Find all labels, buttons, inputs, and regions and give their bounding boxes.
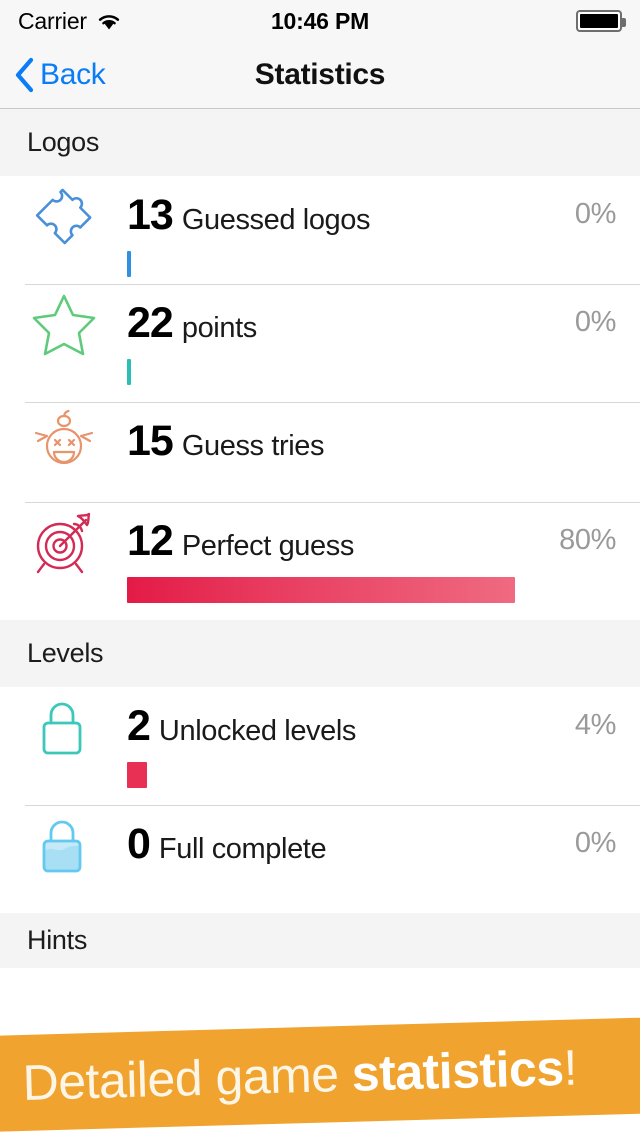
stat-label: Unlocked levels — [158, 715, 357, 747]
stat-value: 2 — [127, 702, 151, 750]
target-bullseye-icon — [0, 502, 127, 582]
stat-value: 13 — [127, 191, 174, 239]
stat-row-body: 0 Full complete — [127, 805, 616, 866]
progress-track — [127, 762, 515, 788]
stat-value: 0 — [127, 820, 151, 868]
star-outline-icon — [0, 284, 127, 360]
stat-row-line: 13 Guessed logos — [127, 194, 616, 237]
progress-track — [127, 251, 515, 277]
stat-label: Full complete — [158, 833, 327, 865]
promo-text-suffix: ! — [562, 1039, 578, 1096]
stat-percent: 0% — [574, 306, 617, 338]
stat-row-body: 15 Guess tries — [127, 402, 616, 463]
status-bar-right — [576, 10, 626, 32]
statistics-screen: Carrier 10:46 PM Back Statistics Logos 1… — [0, 0, 640, 1138]
stat-percent: 80% — [559, 524, 616, 556]
section-header-hints: Hints — [0, 913, 640, 968]
progress-fill — [127, 359, 131, 385]
stat-value: 12 — [127, 517, 174, 565]
stat-row-body: 12 Perfect guess — [127, 502, 616, 603]
chevron-left-icon — [15, 57, 34, 93]
stat-row-line: 0 Full complete — [127, 823, 616, 866]
logos-rows: 13 Guessed logos 0% 22 points 0% 15 Gues… — [0, 176, 640, 620]
stat-row-guessed-logos[interactable]: 13 Guessed logos 0% — [0, 176, 640, 284]
lock-open-icon — [0, 687, 127, 763]
wifi-icon — [98, 15, 119, 30]
progress-fill — [127, 762, 147, 788]
promo-text-regular: Detailed game — [21, 1045, 353, 1111]
status-bar-left: Carrier — [18, 8, 123, 35]
stat-row-perfect-guess[interactable]: 12 Perfect guess 80% — [0, 502, 640, 620]
stat-row-points[interactable]: 22 points 0% — [0, 284, 640, 402]
stat-row-body: 13 Guessed logos — [127, 176, 616, 277]
section-title-hints: Hints — [27, 925, 88, 955]
section-title-levels: Levels — [27, 638, 104, 668]
stat-row-line: 12 Perfect guess — [127, 520, 616, 563]
back-button[interactable]: Back — [14, 57, 106, 93]
apple-head-face-icon — [0, 402, 127, 478]
stat-label: points — [181, 312, 257, 344]
lock-closed-icon — [0, 805, 127, 881]
stat-row-unlocked-levels[interactable]: 2 Unlocked levels 4% — [0, 687, 640, 805]
stat-percent: 4% — [574, 709, 617, 741]
back-button-label: Back — [40, 58, 106, 91]
stat-row-line: 2 Unlocked levels — [127, 705, 616, 748]
stat-label: Guessed logos — [181, 204, 371, 236]
nav-bar: Back Statistics — [0, 42, 640, 109]
puzzle-piece-icon — [0, 176, 127, 252]
carrier-label: Carrier — [18, 7, 87, 34]
promo-banner-text: Detailed game statistics! — [22, 1038, 578, 1111]
progress-fill — [127, 251, 131, 277]
progress-track — [127, 577, 515, 603]
stat-row-guess-tries[interactable]: 15 Guess tries — [0, 402, 640, 502]
levels-rows: 2 Unlocked levels 4% 0 Full complete 0% — [0, 687, 640, 913]
stat-value: 15 — [127, 417, 174, 465]
promo-banner: Detailed game statistics! — [0, 1017, 640, 1132]
section-header-logos: Logos — [0, 109, 640, 176]
status-bar: Carrier 10:46 PM — [0, 0, 640, 42]
stat-value: 22 — [127, 299, 174, 347]
stat-row-full-complete[interactable]: 0 Full complete 0% — [0, 805, 640, 913]
stat-row-body: 2 Unlocked levels — [127, 687, 616, 788]
progress-track — [127, 359, 515, 385]
stat-row-body: 22 points — [127, 284, 616, 385]
stat-label: Perfect guess — [181, 530, 355, 562]
stat-percent: 0% — [574, 198, 617, 230]
stat-row-line: 15 Guess tries — [127, 420, 616, 463]
promo-text-bold: statistics — [351, 1039, 565, 1102]
stat-label: Guess tries — [181, 430, 325, 462]
stat-row-line: 22 points — [127, 302, 616, 345]
battery-full-icon — [576, 10, 626, 32]
section-title-logos: Logos — [27, 127, 100, 157]
stat-percent: 0% — [574, 827, 617, 859]
section-header-levels: Levels — [0, 620, 640, 687]
progress-fill — [127, 577, 515, 603]
